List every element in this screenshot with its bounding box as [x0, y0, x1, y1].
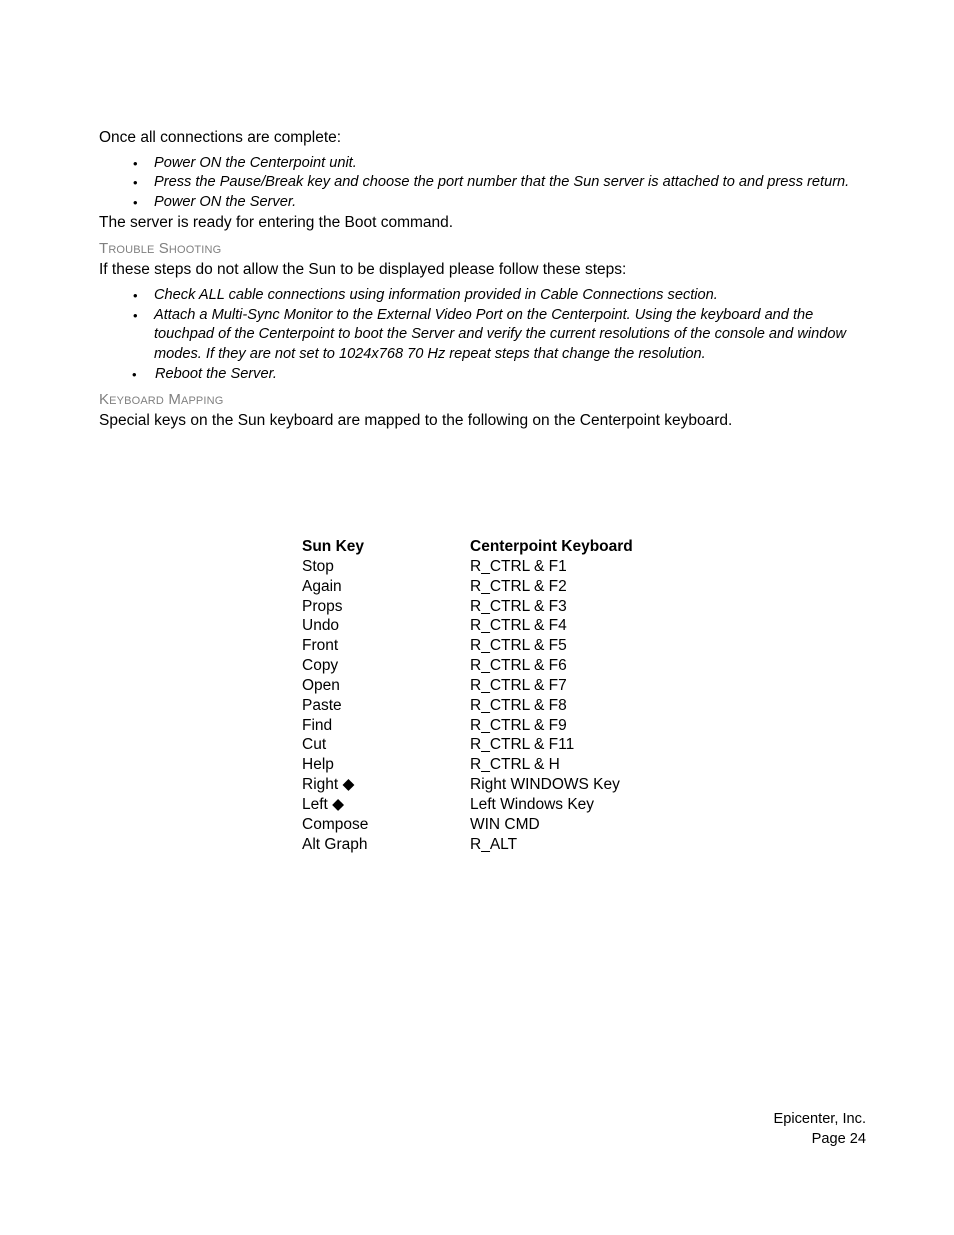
list-item-text: Power ON the Server. [154, 193, 297, 210]
section-heading-keyboard-mapping: Keyboard Mapping [99, 391, 224, 409]
bullet-icon: • [133, 307, 138, 323]
table-head: Sun Key Centerpoint Keyboard [302, 537, 633, 557]
cell-centerpoint: R_ALT [470, 835, 518, 853]
cell-centerpoint: R_CTRL & F9 [470, 716, 567, 734]
list-item: • Check ALL cable connections using info… [99, 286, 855, 306]
table-row: Stop R_CTRL & F1 [302, 557, 633, 577]
table-body: Stop R_CTRL & F1 Again R_CTRL & F2 Props… [302, 557, 633, 855]
list-item-text: Press the Pause/Break key and choose the… [154, 174, 850, 191]
bullet-icon: • [133, 155, 138, 171]
bullet-icon: • [133, 194, 138, 210]
table-row: Left ◆ Left Windows Key [302, 795, 633, 815]
cell-sun-key: Paste [302, 696, 342, 714]
table-row: Again R_CTRL & F2 [302, 577, 633, 597]
table-row: Find R_CTRL & F9 [302, 716, 633, 736]
cell-sun-key: Copy [302, 657, 339, 675]
bullet-icon: • [133, 288, 138, 304]
table-row: Alt Graph R_ALT [302, 835, 633, 855]
cell-sun-key: Compose [302, 815, 369, 833]
setup-steps-list: • Power ON the Centerpoint unit. • Press… [99, 154, 855, 213]
cell-sun-key: Find [302, 716, 333, 734]
cell-sun-key: Alt Graph [302, 835, 368, 853]
troubleshooting-steps-list: • Check ALL cable connections using info… [99, 286, 855, 384]
intro-paragraph: Once all connections are complete: [99, 129, 342, 146]
cell-sun-key: Again [302, 577, 342, 595]
cell-sun-key: Undo [302, 617, 340, 635]
cell-sun-key: Left ◆ [302, 795, 345, 813]
table-row: Copy R_CTRL & F6 [302, 656, 633, 676]
cell-centerpoint: R_CTRL & H [470, 756, 560, 774]
list-item-text: Reboot the Server. [155, 365, 277, 382]
list-item-text: Check ALL cable connections using inform… [154, 287, 718, 304]
column-header-sun-key: Sun Key [302, 538, 365, 555]
table-row: Cut R_CTRL & F11 [302, 735, 633, 755]
list-item: • Power ON the Server. [99, 193, 855, 213]
list-item: • Power ON the Centerpoint unit. [99, 154, 855, 174]
table-row: Open R_CTRL & F7 [302, 676, 633, 696]
cell-sun-key: Stop [302, 557, 334, 575]
list-item-text: Attach a Multi-Sync Monitor to the Exter… [154, 306, 847, 362]
list-item-text: Power ON the Centerpoint unit. [154, 154, 357, 171]
cell-sun-key: Front [302, 637, 339, 655]
table-row: Front R_CTRL & F5 [302, 636, 633, 656]
table-row: Props R_CTRL & F3 [302, 597, 633, 617]
column-header-centerpoint-keyboard: Centerpoint Keyboard [470, 538, 633, 555]
cell-centerpoint: Right WINDOWS Key [470, 776, 620, 794]
troubleshooting-intro-paragraph: If these steps do not allow the Sun to b… [99, 260, 627, 278]
cell-sun-key: Open [302, 676, 340, 694]
cell-centerpoint: R_CTRL & F8 [470, 696, 567, 714]
cell-centerpoint: R_CTRL & F5 [470, 637, 567, 655]
cell-sun-key: Help [302, 756, 334, 774]
cell-centerpoint: R_CTRL & F6 [470, 657, 567, 675]
document-page: Once all connections are complete: • Pow… [0, 0, 954, 1235]
section-heading-trouble-shooting: Trouble Shooting [99, 239, 222, 257]
cell-centerpoint: R_CTRL & F4 [470, 617, 567, 635]
keyboard-mapping-table: Sun Key Centerpoint Keyboard Stop R_CTRL… [302, 537, 633, 855]
page-footer: Epicenter, Inc. Page 24 [774, 1110, 866, 1149]
cell-centerpoint: WIN CMD [470, 815, 540, 833]
cell-sun-key: Props [302, 597, 343, 615]
table-row: Compose WIN CMD [302, 815, 633, 835]
list-item: • Press the Pause/Break key and choose t… [99, 173, 855, 193]
table-row: Right ◆ Right WINDOWS Key [302, 775, 633, 795]
table-row: Paste R_CTRL & F8 [302, 696, 633, 716]
footer-page-number: Page 24 [811, 1130, 866, 1147]
table-row: Undo R_CTRL & F4 [302, 616, 633, 636]
keyboard-mapping-intro-paragraph: Special keys on the Sun keyboard are map… [99, 411, 733, 429]
cell-centerpoint: R_CTRL & F11 [470, 736, 575, 754]
cell-centerpoint: R_CTRL & F1 [470, 557, 567, 575]
cell-centerpoint: R_CTRL & F3 [470, 597, 567, 615]
cell-sun-key: Cut [302, 736, 327, 754]
bullet-icon: • [132, 366, 137, 382]
cell-centerpoint: Left Windows Key [470, 795, 595, 813]
page-content: Once all connections are complete: • Pow… [99, 128, 855, 430]
cell-sun-key: Right ◆ [302, 776, 355, 794]
list-item: • Reboot the Server. [99, 365, 855, 385]
table-header-row: Sun Key Centerpoint Keyboard [302, 537, 633, 557]
boot-command-paragraph: The server is ready for entering the Boo… [99, 214, 454, 232]
table-row: Help R_CTRL & H [302, 755, 633, 775]
cell-centerpoint: R_CTRL & F2 [470, 577, 567, 595]
cell-centerpoint: R_CTRL & F7 [470, 676, 567, 694]
footer-company: Epicenter, Inc. [773, 1111, 866, 1127]
list-item: • Attach a Multi-Sync Monitor to the Ext… [99, 306, 855, 365]
bullet-icon: • [133, 175, 138, 191]
